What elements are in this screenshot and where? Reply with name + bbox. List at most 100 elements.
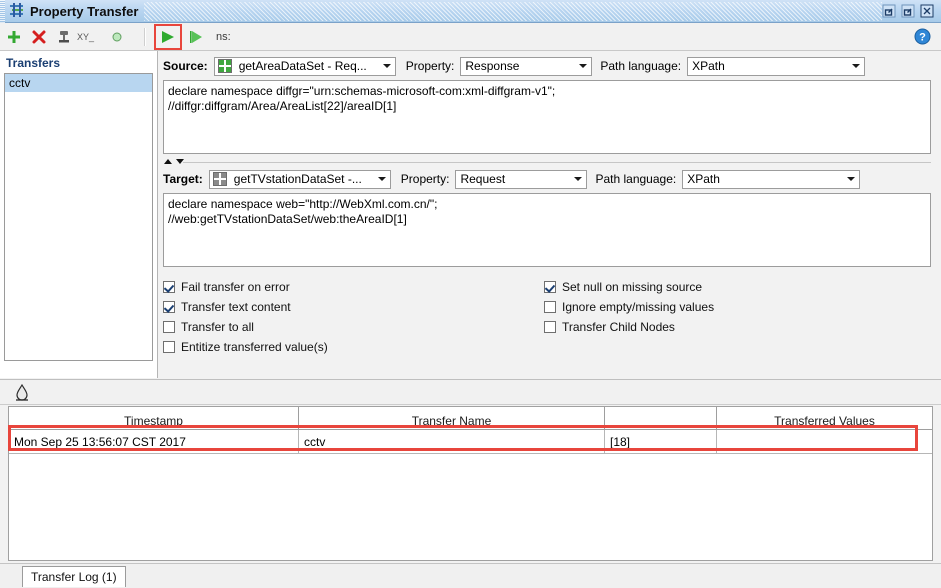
- chevron-down-icon[interactable]: [374, 171, 390, 188]
- table-header-row: Timestamp Transfer Name Transferred Valu…: [9, 407, 932, 430]
- toggle-disabled-button[interactable]: [106, 26, 128, 48]
- transfers-list[interactable]: cctv: [4, 73, 153, 361]
- move-up-icon[interactable]: [163, 156, 173, 166]
- rename-icon: [59, 30, 69, 42]
- option-transfer-to-all[interactable]: Transfer to all: [163, 317, 328, 337]
- column-header-blank[interactable]: [605, 407, 717, 429]
- column-header-transfer-name[interactable]: Transfer Name: [299, 407, 605, 429]
- target-path-language-label: Path language:: [595, 172, 677, 186]
- source-label: Source:: [163, 59, 208, 73]
- transfer-editor-panel: Source: getAreaDataSet - Req... Property…: [159, 51, 941, 378]
- run-icon: [162, 30, 175, 43]
- option-transfer-child-nodes[interactable]: Transfer Child Nodes: [544, 317, 714, 337]
- chevron-down-icon[interactable]: [843, 171, 859, 188]
- swap-arrows-row: [159, 154, 941, 168]
- option-ignore-empty-missing-values[interactable]: Ignore empty/missing values: [544, 297, 714, 317]
- column-header-transferred-values[interactable]: Transferred Values: [717, 407, 932, 429]
- property-transfer-window: Property Transfer XY_ ns: ? Transfers cc…: [0, 0, 941, 588]
- option-label: Set null on missing source: [562, 280, 703, 294]
- checkbox-icon[interactable]: [163, 341, 175, 353]
- chevron-down-icon[interactable]: [379, 58, 395, 75]
- target-path-language-value: XPath: [687, 171, 720, 186]
- target-row: Target: getTVstationDataSet -... Propert…: [159, 168, 941, 190]
- tab-transfer-log[interactable]: Transfer Log (1): [22, 566, 126, 587]
- option-entitize-transferred-values[interactable]: Entitize transferred value(s): [163, 337, 328, 357]
- delete-transfer-button[interactable]: [28, 26, 50, 48]
- target-path-language-select[interactable]: XPath: [682, 169, 861, 189]
- run-button[interactable]: [154, 23, 183, 50]
- maximize-button[interactable]: [901, 4, 915, 18]
- cell-count: [18]: [605, 430, 717, 453]
- add-transfer-button[interactable]: [3, 26, 25, 48]
- target-step-value: getTVstationDataSet -...: [233, 171, 362, 186]
- source-path-language-value: XPath: [692, 58, 725, 73]
- target-property-label: Property:: [400, 172, 450, 186]
- option-label: Transfer Child Nodes: [562, 320, 675, 334]
- bottom-tab-bar: Transfer Log (1): [0, 563, 941, 588]
- toolbar-separator: [144, 27, 147, 46]
- help-icon[interactable]: ?: [914, 28, 931, 45]
- cell-transfer-name: cctv: [299, 430, 605, 453]
- rename-transfer-button[interactable]: [53, 26, 75, 48]
- run-step-button[interactable]: [186, 26, 208, 48]
- option-transfer-text-content[interactable]: Transfer text content: [163, 297, 328, 317]
- plus-icon: [8, 30, 20, 43]
- title-bar-texture: [144, 1, 882, 21]
- table-row[interactable]: Mon Sep 25 13:56:07 CST 2017 cctv [18]: [9, 430, 932, 454]
- window-title: Property Transfer: [30, 3, 139, 19]
- svg-text:?: ?: [919, 32, 926, 44]
- option-label: Entitize transferred value(s): [181, 340, 328, 354]
- cell-timestamp: Mon Sep 25 13:56:07 CST 2017: [9, 430, 299, 453]
- source-row: Source: getAreaDataSet - Req... Property…: [159, 55, 941, 77]
- option-label: Transfer text content: [181, 300, 291, 314]
- source-expression-editor[interactable]: declare namespace diffgr="urn:schemas-mi…: [163, 80, 931, 154]
- cell-transferred-values: [717, 430, 932, 453]
- title-bar: Property Transfer: [0, 0, 941, 23]
- toolbar: XY_ ns: ?: [0, 23, 941, 51]
- option-set-null-on-missing-source[interactable]: Set null on missing source: [544, 277, 714, 297]
- options-right-column: Set null on missing source Ignore empty/…: [544, 277, 714, 337]
- option-label: Transfer to all: [181, 320, 254, 334]
- cross-icon: [32, 30, 46, 43]
- option-fail-transfer-on-error[interactable]: Fail transfer on error: [163, 277, 328, 297]
- options-left-column: Fail transfer on error Transfer text con…: [163, 277, 328, 357]
- target-expression-editor[interactable]: declare namespace web="http://WebXml.com…: [163, 193, 931, 267]
- transfer-log-table: Timestamp Transfer Name Transferred Valu…: [8, 406, 933, 561]
- log-toolbar: [0, 379, 941, 405]
- toggle-disabled-icon: [112, 32, 122, 41]
- transfers-title: Transfers: [6, 56, 61, 70]
- column-header-timestamp[interactable]: Timestamp: [9, 407, 299, 429]
- move-down-icon[interactable]: [175, 156, 185, 166]
- restore-down-button[interactable]: [882, 4, 896, 18]
- target-label: Target:: [163, 172, 203, 186]
- option-label: Fail transfer on error: [181, 280, 290, 294]
- options-area: Fail transfer on error Transfer text con…: [159, 277, 941, 373]
- title-bar-grip[interactable]: [0, 0, 5, 23]
- source-path-language-label: Path language:: [600, 59, 682, 73]
- clear-log-icon[interactable]: [14, 383, 30, 402]
- checkbox-icon[interactable]: [163, 301, 175, 313]
- checkbox-icon[interactable]: [544, 321, 556, 333]
- checkbox-icon[interactable]: [163, 281, 175, 293]
- close-button[interactable]: [920, 4, 934, 18]
- list-item[interactable]: cctv: [5, 74, 152, 92]
- xy-label: XY_: [77, 31, 95, 42]
- checkbox-icon[interactable]: [163, 321, 175, 333]
- option-label: Ignore empty/missing values: [562, 300, 715, 314]
- chevron-down-icon[interactable]: [570, 171, 586, 188]
- target-property-select[interactable]: Request: [455, 169, 588, 189]
- source-step-select[interactable]: getAreaDataSet - Req...: [213, 56, 396, 76]
- checkbox-icon[interactable]: [544, 281, 556, 293]
- checkbox-icon[interactable]: [544, 301, 556, 313]
- source-property-select[interactable]: Response: [460, 56, 593, 76]
- chevron-down-icon[interactable]: [575, 58, 591, 75]
- source-step-value: getAreaDataSet - Req...: [238, 58, 367, 73]
- target-step-select[interactable]: getTVstationDataSet -...: [208, 169, 391, 189]
- chevron-down-icon[interactable]: [848, 58, 864, 75]
- datasource-gray-icon: [212, 172, 227, 186]
- window-controls: [882, 4, 941, 18]
- target-property-value: Request: [460, 171, 506, 186]
- datasource-green-icon: [217, 59, 232, 73]
- property-transfer-icon: [9, 3, 25, 19]
- source-path-language-select[interactable]: XPath: [687, 56, 866, 76]
